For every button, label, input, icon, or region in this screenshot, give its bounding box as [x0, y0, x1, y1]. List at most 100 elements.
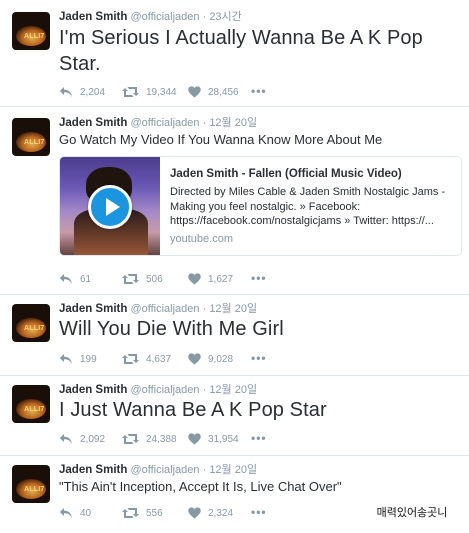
- author-name[interactable]: Jaden Smith: [59, 117, 127, 129]
- tweet[interactable]: ALLI7 Jaden Smith @officialjaden · 23시간 …: [0, 0, 469, 107]
- reply-icon: [59, 87, 72, 97]
- avatar[interactable]: ALLI7: [12, 118, 50, 156]
- reply-count: 40: [80, 507, 92, 519]
- avatar[interactable]: ALLI7: [12, 304, 50, 342]
- like-button[interactable]: 1,627: [188, 272, 233, 286]
- retweet-button[interactable]: 4,637: [122, 352, 171, 366]
- separator: ·: [202, 464, 207, 476]
- heart-icon: [188, 507, 201, 519]
- avatar[interactable]: ALLI7: [12, 12, 50, 50]
- more-dots-icon[interactable]: •••: [251, 272, 267, 284]
- heart-icon: [188, 273, 201, 285]
- reply-count: 2,092: [80, 433, 106, 445]
- avatar-text: ALLI7: [24, 406, 45, 413]
- tweet-text-line: Star.: [59, 53, 101, 75]
- avatar-text: ALLI7: [24, 33, 45, 40]
- video-thumbnail[interactable]: [60, 157, 160, 255]
- reply-button[interactable]: 2,092: [59, 432, 105, 446]
- retweet-icon: [122, 354, 139, 364]
- avatar-text: ALLI7: [24, 325, 45, 332]
- reply-button[interactable]: 2,204: [59, 85, 105, 99]
- tweet-feed: ALLI7 Jaden Smith @officialjaden · 23시간 …: [0, 0, 469, 533]
- reply-icon: [59, 508, 72, 518]
- like-count: 9,028: [208, 353, 234, 365]
- media-card[interactable]: Jaden Smith - Fallen (Official Music Vid…: [59, 156, 462, 256]
- card-description-line: Directed by Miles Cable & Jaden Smith No…: [170, 186, 446, 198]
- reply-count: 2,204: [80, 86, 106, 98]
- like-count: 2,324: [208, 507, 234, 519]
- card-title[interactable]: Jaden Smith - Fallen (Official Music Vid…: [170, 168, 402, 180]
- reply-button[interactable]: 199: [59, 352, 97, 366]
- retweet-icon: [122, 508, 139, 518]
- author-handle[interactable]: @officialjaden: [130, 117, 199, 129]
- like-button[interactable]: 31,954: [188, 432, 239, 446]
- like-button[interactable]: 2,324: [188, 506, 233, 520]
- card-description: Directed by Miles Cable & Jaden Smith No…: [170, 185, 458, 229]
- retweet-icon: [122, 274, 139, 284]
- like-count: 28,456: [208, 86, 239, 98]
- watermark-text: 매력있어송곳니: [363, 502, 461, 522]
- separator: ·: [202, 303, 207, 315]
- heart-icon: [188, 433, 201, 445]
- tweet-text: Will You Die With Me Girl: [59, 318, 284, 340]
- tweet-header: Jaden Smith @officialjaden · 12월 20일: [59, 383, 257, 397]
- author-handle[interactable]: @officialjaden: [130, 384, 199, 396]
- tweet-text: "This Ain't Inception, Accept It Is, Liv…: [59, 479, 342, 494]
- heart-icon: [188, 86, 201, 98]
- tweet[interactable]: ALLI7 Jaden Smith @officialjaden · 12월 2…: [0, 376, 469, 456]
- timestamp[interactable]: 12월 20일: [209, 384, 257, 396]
- reply-count: 199: [80, 353, 97, 365]
- retweet-count: 556: [146, 507, 163, 519]
- retweet-count: 19,344: [146, 86, 177, 98]
- tweet-header: Jaden Smith @officialjaden · 12월 20일: [59, 302, 257, 316]
- avatar[interactable]: ALLI7: [12, 465, 50, 503]
- reply-icon: [59, 434, 72, 444]
- tweet-text: I'm Serious I Actually Wanna Be A K Pop …: [59, 25, 423, 77]
- tweet[interactable]: ALLI7 Jaden Smith @officialjaden · 12월 2…: [0, 295, 469, 376]
- separator: ·: [202, 11, 207, 23]
- retweet-icon: [122, 87, 139, 97]
- author-handle[interactable]: @officialjaden: [130, 303, 199, 315]
- more-dots-icon[interactable]: •••: [251, 85, 267, 97]
- reply-button[interactable]: 61: [59, 272, 91, 286]
- avatar[interactable]: ALLI7: [12, 385, 50, 423]
- avatar-text: ALLI7: [24, 139, 45, 146]
- retweet-count: 24,388: [146, 433, 177, 445]
- more-dots-icon[interactable]: •••: [251, 506, 267, 518]
- tweet[interactable]: ALLI7 Jaden Smith @officialjaden · 12월 2…: [0, 107, 469, 295]
- like-button[interactable]: 9,028: [188, 352, 233, 366]
- retweet-count: 4,637: [146, 353, 172, 365]
- retweet-button[interactable]: 506: [122, 272, 163, 286]
- retweet-button[interactable]: 24,388: [122, 432, 177, 446]
- more-dots-icon[interactable]: •••: [251, 432, 267, 444]
- reply-icon: [59, 274, 72, 284]
- tweet-text-line: I'm Serious I Actually Wanna Be A K Pop: [59, 27, 423, 49]
- author-handle[interactable]: @officialjaden: [130, 464, 199, 476]
- timestamp[interactable]: 23시간: [209, 11, 241, 23]
- author-name[interactable]: Jaden Smith: [59, 11, 127, 23]
- reply-icon: [59, 354, 72, 364]
- separator: ·: [202, 384, 207, 396]
- author-name[interactable]: Jaden Smith: [59, 384, 127, 396]
- like-count: 31,954: [208, 433, 239, 445]
- card-description-line: https://facebook.com/nostalgicjams » Twi…: [170, 215, 434, 227]
- reply-count: 61: [80, 273, 92, 285]
- timestamp[interactable]: 12월 20일: [209, 464, 257, 476]
- retweet-button[interactable]: 556: [122, 506, 163, 520]
- like-button[interactable]: 28,456: [188, 85, 239, 99]
- author-name[interactable]: Jaden Smith: [59, 303, 127, 315]
- reply-button[interactable]: 40: [59, 506, 91, 520]
- retweet-button[interactable]: 19,344: [122, 85, 177, 99]
- timestamp[interactable]: 12월 20일: [209, 303, 257, 315]
- avatar-text: ALLI7: [24, 486, 45, 493]
- card-domain: youtube.com: [170, 233, 233, 245]
- tweet-header: Jaden Smith @officialjaden · 12월 20일: [59, 463, 257, 477]
- author-handle[interactable]: @officialjaden: [130, 11, 199, 23]
- retweet-icon: [122, 434, 139, 444]
- author-name[interactable]: Jaden Smith: [59, 464, 127, 476]
- play-icon[interactable]: [88, 185, 132, 229]
- like-count: 1,627: [208, 273, 234, 285]
- more-dots-icon[interactable]: •••: [251, 352, 267, 364]
- separator: ·: [202, 117, 207, 129]
- timestamp[interactable]: 12월 20일: [209, 117, 257, 129]
